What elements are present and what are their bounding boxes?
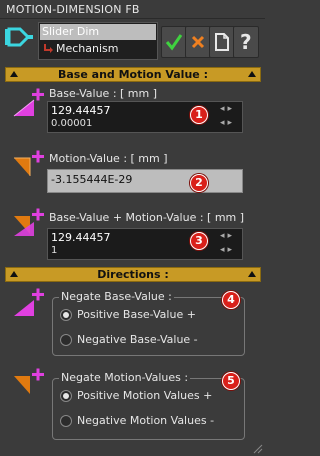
sum-value-icon [12,206,46,238]
negate-motion-title: Negate Motion-Values : [59,371,191,384]
negate-base-icon [12,286,46,318]
x-icon [191,35,205,49]
list-item-slider-dim[interactable]: Slider Dim [40,24,156,40]
positive-base-radio[interactable] [60,309,72,321]
collapse-triangle-icon [248,271,256,277]
spin-arrows[interactable]: ◂▸ [220,118,240,128]
callout-badge-2: 2 [190,174,208,192]
negate-base-group [52,297,245,356]
document-icon [215,33,229,51]
base-value-input[interactable]: 129.44457 [51,104,111,117]
negate-base-title: Negate Base-Value : [59,290,174,303]
resize-grip-icon[interactable] [252,443,263,454]
negate-motion-icon [12,366,46,398]
link-arrow-icon [44,44,53,53]
positive-motion-radio[interactable] [60,390,72,402]
base-value-step[interactable]: 0.00001 [51,118,92,129]
callout-badge-1: 1 [190,106,208,124]
new-document-button[interactable] [209,26,235,58]
negative-base-label[interactable]: Negative Base-Value - [77,333,198,346]
object-list[interactable]: Slider Dim Mechanism [38,22,158,60]
motion-value-icon [12,148,46,180]
sum-value-input[interactable]: 129.44457 [51,231,111,244]
spin-arrows[interactable]: ◂▸ [220,245,240,255]
spin-arrows[interactable]: ◂▸ [220,104,240,114]
section-base-motion[interactable]: Base and Motion Value : [5,67,261,82]
sum-value-step[interactable]: 1 [51,245,57,256]
title-bar: MOTION-DIMENSION FB [0,0,265,19]
negative-base-radio[interactable] [60,334,72,346]
cancel-button[interactable] [185,26,211,58]
base-value-icon [12,86,46,118]
callout-badge-3: 3 [190,232,208,250]
sum-value-label: Base-Value + Motion-Value : [ mm ] [49,211,245,224]
check-icon [165,34,183,51]
sum-value-spinner[interactable]: 129.44457 1 ◂▸ ◂▸ [47,228,243,260]
motion-value-text: -3.155444E-29 [51,173,133,186]
positive-base-label[interactable]: Positive Base-Value + [77,308,196,321]
list-item-mechanism[interactable]: Mechanism [40,41,156,57]
negative-motion-radio[interactable] [60,415,72,427]
help-button[interactable]: ? [233,26,259,58]
dimension-feature-icon [4,26,34,48]
window-title: MOTION-DIMENSION FB [6,3,140,16]
spin-arrows[interactable]: ◂▸ [220,231,240,241]
negative-motion-label[interactable]: Negative Motion Values - [77,414,214,427]
section-directions[interactable]: Directions : [5,267,261,282]
callout-badge-5: 5 [222,372,240,390]
positive-motion-label[interactable]: Positive Motion Values + [77,389,212,402]
negate-motion-group [52,378,245,440]
ok-button[interactable] [161,26,187,58]
callout-badge-4: 4 [222,291,240,309]
base-value-label: Base-Value : [ mm ] [49,87,158,100]
collapse-triangle-icon [248,71,256,77]
base-value-spinner[interactable]: 129.44457 0.00001 ◂▸ ◂▸ [47,101,243,133]
help-icon: ? [240,30,252,54]
motion-value-field: -3.155444E-29 [47,169,243,193]
motion-value-label: Motion-Value : [ mm ] [49,152,168,165]
